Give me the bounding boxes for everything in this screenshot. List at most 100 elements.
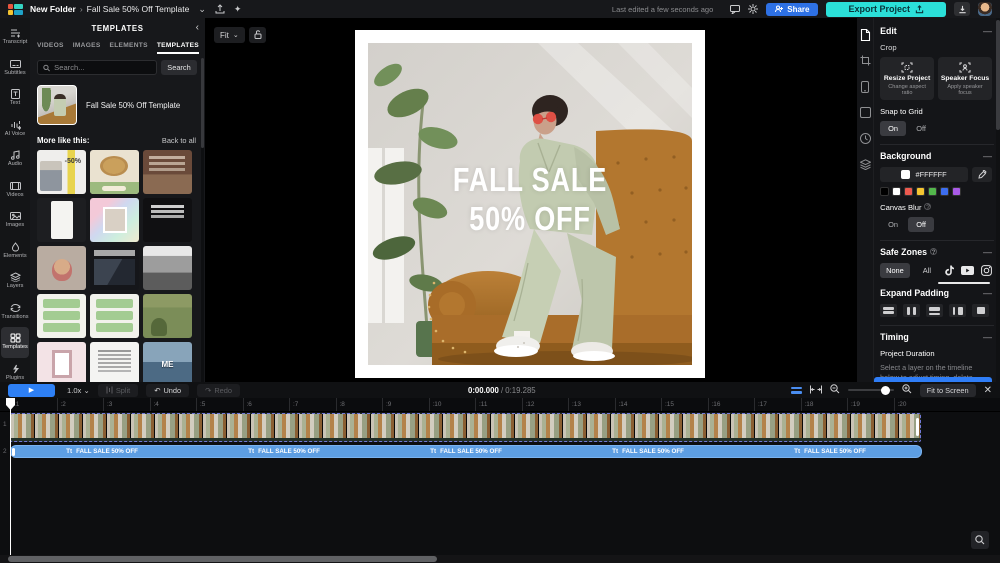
canvas-blur-help-icon[interactable]: ? — [924, 203, 931, 210]
padding-right-button[interactable] — [949, 304, 966, 317]
collapse-expand-padding-icon[interactable]: — — [983, 291, 992, 295]
sidebar-item-ai-voice[interactable]: AI Voice — [1, 114, 29, 145]
close-timeline-icon[interactable]: ✕ — [984, 385, 992, 396]
template-thumbnail-dark-meme[interactable] — [143, 198, 192, 242]
collapse-background-icon[interactable]: — — [983, 154, 992, 158]
canvas-text-overlay[interactable]: FALL SALE 50% OFF — [397, 161, 663, 239]
clip-trim-handle[interactable] — [916, 418, 919, 436]
timeline-search-button[interactable] — [971, 531, 989, 549]
app-logo-icon[interactable] — [8, 4, 23, 15]
collapse-timing-icon[interactable]: — — [983, 335, 992, 339]
blur-on-button[interactable]: On — [880, 217, 906, 232]
template-thumbnail-text-doc[interactable] — [90, 342, 139, 386]
sidebar-item-templates[interactable]: Templates — [1, 327, 29, 358]
video-clip[interactable] — [10, 413, 921, 442]
sidebar-item-videos[interactable]: Videos — [1, 175, 29, 206]
timing-clock-icon[interactable] — [859, 132, 872, 145]
title-chevron-down-icon[interactable]: ⌄ — [198, 4, 206, 15]
play-button[interactable]: ▶ — [8, 384, 55, 397]
safe-zones-help-icon[interactable]: ? — [930, 248, 937, 255]
template-thumbnail-monster-meme[interactable] — [143, 294, 192, 338]
templates-scrollbar[interactable] — [201, 58, 204, 388]
breadcrumb-folder[interactable]: New Folder — [30, 4, 76, 14]
collapse-safe-zones-icon[interactable]: — — [983, 250, 992, 254]
color-swatch[interactable] — [904, 187, 913, 196]
color-swatch[interactable] — [892, 187, 901, 196]
color-swatch[interactable] — [880, 187, 889, 196]
project-canvas[interactable]: FALL SALE 50% OFF — [355, 30, 705, 378]
layers-rail-icon[interactable] — [859, 158, 872, 171]
search-button[interactable]: Search — [161, 60, 197, 75]
snap-on-button[interactable]: On — [880, 121, 906, 136]
tab-elements[interactable]: ELEMENTS — [110, 42, 148, 54]
template-thumbnail-talking-head[interactable] — [37, 246, 86, 290]
background-color-field[interactable]: #FFFFFF — [880, 167, 968, 182]
comments-icon[interactable] — [730, 5, 740, 14]
speaker-focus-button[interactable]: Speaker Focus Apply speaker focus — [938, 57, 992, 100]
zoom-slider-knob[interactable] — [881, 386, 890, 395]
timeline-ruler[interactable]: :1:2:3:4:5:6:7:8:9:10:11:12:13:14:15:16:… — [0, 398, 1000, 412]
zoom-out-icon[interactable] — [830, 381, 840, 399]
color-swatch[interactable] — [952, 187, 961, 196]
scrollbar-thumb[interactable] — [8, 556, 437, 562]
back-to-all-link[interactable]: Back to all — [162, 136, 196, 145]
video-frame[interactable]: FALL SALE 50% OFF — [368, 43, 692, 365]
color-swatch[interactable] — [928, 187, 937, 196]
zoom-fit-dropdown[interactable]: Fit ⌄ — [214, 27, 245, 43]
timeline-tracks[interactable]: 1 2 FALL SALE 50% OFFFALL SALE 50% OFFFA… — [0, 412, 1000, 555]
safe-zone-all-button[interactable]: All — [917, 263, 937, 278]
template-thumbnail-mountain-meme[interactable]: ME — [143, 342, 192, 386]
redo-button[interactable]: ↷ Redo — [197, 384, 240, 397]
tab-images[interactable]: IMAGES — [73, 42, 101, 54]
sidebar-item-text[interactable]: Text — [1, 83, 29, 114]
sidebar-item-images[interactable]: Images — [1, 205, 29, 236]
settings-gear-icon[interactable] — [748, 4, 758, 14]
template-thumbnail-comic-1[interactable] — [37, 294, 86, 338]
template-thumbnail-pink-frame[interactable] — [37, 342, 86, 386]
resize-project-button[interactable]: Resize Project Change aspect ratio — [880, 57, 934, 100]
eyedropper-button[interactable] — [972, 167, 992, 182]
export-project-button[interactable]: Export Project — [826, 2, 946, 17]
padding-all-button[interactable] — [972, 304, 989, 317]
template-thumbnail-bw-photo[interactable] — [143, 246, 192, 290]
tiktok-icon[interactable] — [944, 265, 954, 276]
playback-speed-dropdown[interactable]: 1.0x ⌄ — [67, 386, 90, 395]
sidebar-item-elements[interactable]: Elements — [1, 236, 29, 267]
search-input[interactable] — [54, 63, 151, 72]
template-thumbnail-promo-brown[interactable] — [143, 150, 192, 194]
sidebar-item-transitions[interactable]: Transitions — [1, 297, 29, 328]
selected-template-thumbnail[interactable] — [37, 85, 77, 125]
blur-off-button[interactable]: Off — [908, 217, 934, 232]
safe-zones-scrollbar[interactable] — [938, 282, 990, 284]
sidebar-item-layers[interactable]: Layers — [1, 266, 29, 297]
color-swatch[interactable] — [916, 187, 925, 196]
padding-vertical-button[interactable] — [903, 304, 920, 317]
crop-rail-icon[interactable] — [859, 54, 872, 67]
timeline-zoom-slider[interactable] — [848, 389, 894, 391]
edit-panel-scrollbar[interactable] — [996, 18, 1000, 382]
frame-icon[interactable] — [859, 106, 872, 119]
horizontal-scrollbar[interactable] — [0, 555, 1000, 563]
youtube-icon[interactable] — [961, 266, 974, 275]
tab-videos[interactable]: VIDEOS — [37, 42, 64, 54]
instagram-icon[interactable] — [981, 265, 992, 276]
edit-page-icon[interactable] — [859, 28, 872, 41]
snap-off-button[interactable]: Off — [908, 121, 934, 136]
search-box[interactable] — [37, 60, 157, 75]
share-button[interactable]: Share — [766, 3, 818, 16]
tab-templates[interactable]: TEMPLATES — [157, 42, 199, 54]
collapse-edit-icon[interactable]: — — [983, 29, 992, 33]
template-thumbnail-comic-2[interactable] — [90, 294, 139, 338]
breadcrumb-project-title[interactable]: Fall Sale 50% Off Template — [87, 4, 190, 14]
sidebar-item-subtitles[interactable]: Subtitles — [1, 53, 29, 84]
template-thumbnail-fashion-sale[interactable]: -50% — [37, 150, 86, 194]
user-avatar[interactable] — [978, 2, 992, 16]
text-clip[interactable]: FALL SALE 50% OFFFALL SALE 50% OFFFALL S… — [10, 445, 922, 458]
safe-zone-none-button[interactable]: None — [880, 263, 910, 278]
template-thumbnail-caption-video[interactable] — [90, 246, 139, 290]
sidebar-item-transcript[interactable]: Transcript — [1, 22, 29, 53]
split-button[interactable]: Split — [98, 384, 138, 397]
selected-template-row[interactable]: Fall Sale 50% Off Template — [30, 79, 205, 133]
download-button[interactable] — [954, 2, 970, 16]
template-thumbnail-holo-collage[interactable] — [90, 198, 139, 242]
